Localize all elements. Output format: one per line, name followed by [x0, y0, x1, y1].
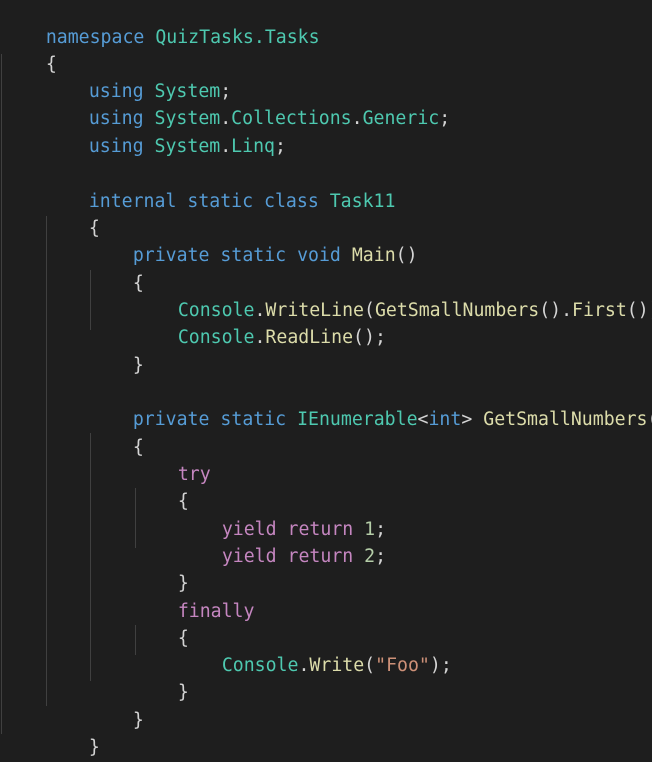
code-line: Console.WriteLine(GetSmallNumbers().Firs… — [177, 300, 652, 321]
indent-guide — [46, 216, 47, 706]
semicolon: ; — [439, 108, 451, 129]
semicolon: ; — [440, 655, 452, 676]
code-line: { — [89, 243, 144, 294]
code-line: { — [89, 407, 144, 458]
private-keyword: private — [132, 409, 210, 430]
method-call: Write — [309, 655, 365, 676]
dot: . — [298, 655, 310, 676]
type-name: IEnumerable — [297, 409, 418, 430]
parens: () — [353, 327, 375, 348]
code-line: using System; — [45, 51, 231, 102]
code-line: } — [134, 652, 189, 703]
semicolon: ; — [374, 327, 386, 348]
int-keyword: int — [428, 409, 462, 430]
using-namespace: Generic — [362, 108, 440, 129]
code-editor[interactable]: namespace QuizTasks.Tasks { using System… — [0, 0, 652, 762]
class-name: Task11 — [329, 191, 396, 212]
semicolon: ; — [274, 136, 286, 157]
code-line: private static void Main() — [89, 215, 418, 266]
code-line: finally — [134, 571, 255, 622]
code-line: { — [134, 598, 189, 649]
code-line: internal static class Task11 — [45, 161, 396, 212]
code-line: namespace QuizTasks.Tasks — [2, 0, 320, 48]
close-brace: } — [177, 682, 189, 703]
namespace-keyword: namespace — [45, 27, 145, 48]
semicolon: ; — [375, 546, 387, 567]
parens: () — [395, 245, 418, 266]
yield-keyword: yield — [221, 546, 277, 567]
dot: . — [254, 327, 266, 348]
code-line: try — [134, 434, 211, 485]
code-line: using System.Linq; — [45, 106, 286, 157]
code-line: } — [45, 707, 100, 758]
class-keyword: class — [264, 191, 319, 212]
return-keyword: return — [287, 546, 354, 567]
dot: . — [351, 108, 363, 129]
method-call: GetSmallNumbers — [374, 300, 540, 321]
code-line: Console.ReadLine(); — [134, 297, 386, 348]
using-namespace: System — [154, 136, 221, 157]
dot: . — [220, 136, 232, 157]
code-line: { — [134, 461, 189, 512]
code-line: } — [2, 734, 57, 761]
indent-guide — [1, 54, 2, 734]
method-name: Main — [351, 245, 396, 266]
parens: () — [648, 409, 652, 430]
close-brace: } — [88, 737, 100, 758]
private-keyword: private — [132, 245, 210, 266]
method-name: GetSmallNumbers — [483, 409, 648, 430]
close-brace: } — [132, 355, 144, 376]
code-line: yield return 1; — [178, 489, 386, 540]
code-line: { — [45, 188, 100, 239]
static-keyword: static — [220, 409, 287, 430]
code-line: yield return 2; — [178, 516, 386, 567]
code-line: Console.Write("Foo"); — [221, 655, 452, 676]
method-call: First — [572, 300, 627, 321]
code-line: using System.Collections.Generic; — [45, 78, 450, 129]
code-line: } — [89, 680, 144, 731]
method-call: ReadLine — [265, 327, 354, 348]
using-keyword: using — [88, 136, 144, 157]
finally-keyword: finally — [177, 601, 255, 622]
code-line: } — [89, 325, 144, 376]
string-literal: "Foo" — [375, 655, 430, 676]
static-keyword: static — [187, 191, 254, 212]
void-keyword: void — [297, 245, 341, 266]
parens: () — [539, 300, 562, 321]
namespace-name: QuizTasks.Tasks — [155, 27, 320, 48]
internal-keyword: internal — [88, 191, 177, 212]
code-line: private static IEnumerable<int> GetSmall… — [89, 379, 652, 430]
console-class: Console — [221, 655, 299, 676]
code-line: { — [2, 24, 57, 75]
code-line: } — [134, 543, 189, 594]
close-brace: } — [132, 710, 144, 731]
parens: () — [626, 300, 649, 321]
dot: . — [561, 300, 573, 321]
number-literal: 2 — [364, 546, 376, 567]
static-keyword: static — [220, 245, 287, 266]
console-class: Console — [177, 327, 255, 348]
using-namespace: Linq — [231, 136, 275, 157]
